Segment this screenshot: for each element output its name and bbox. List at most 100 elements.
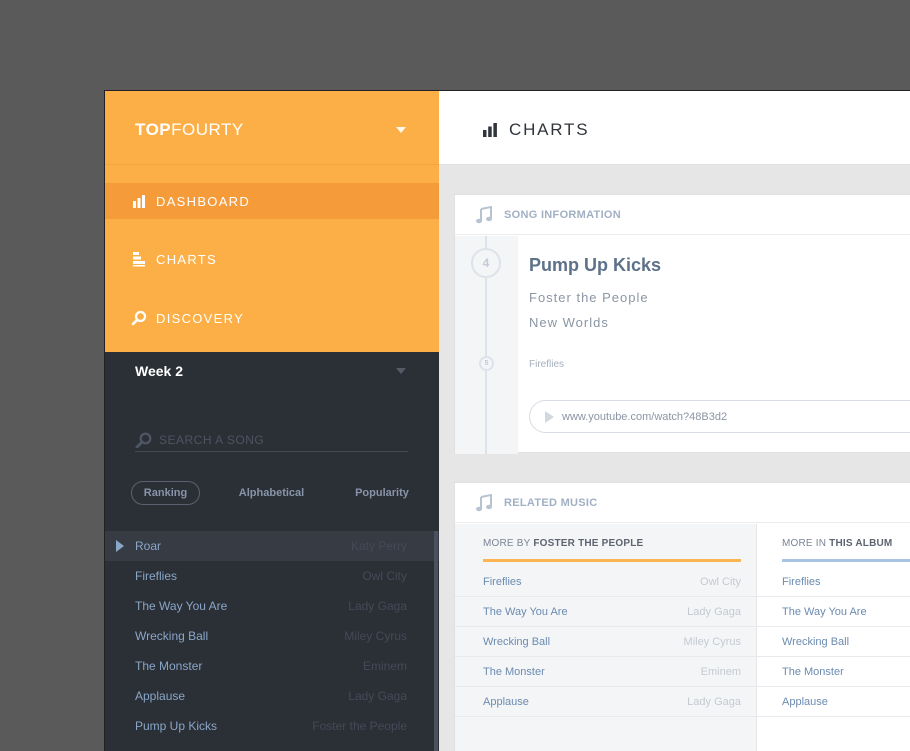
song-artist: Owl City bbox=[700, 575, 741, 588]
music-note-icon bbox=[475, 205, 493, 224]
related-music-card: RELATED MUSIC MORE BY FOSTER THE PEOPLE … bbox=[454, 482, 910, 751]
brand-light: FOURTY bbox=[171, 120, 244, 139]
play-icon[interactable] bbox=[116, 540, 124, 552]
chevron-down-icon[interactable] bbox=[396, 127, 406, 133]
brand-bold: TOP bbox=[135, 120, 172, 139]
divider bbox=[105, 164, 439, 165]
card-header: SONG INFORMATION bbox=[455, 195, 910, 235]
song-row[interactable]: The Way You Are Lady Gaga bbox=[105, 591, 439, 621]
music-note-icon bbox=[475, 493, 493, 512]
song-title: Pump Up Kicks bbox=[135, 719, 218, 733]
list-item[interactable]: Applause Lady Gaga bbox=[455, 687, 757, 717]
song-title: Applause bbox=[483, 695, 529, 708]
song-title: The Way You Are bbox=[135, 599, 228, 613]
song-title: The Way You Are bbox=[782, 605, 867, 618]
nav-item-discovery[interactable]: DISCOVERY bbox=[105, 300, 439, 336]
song-artist: Lady Gaga bbox=[348, 689, 407, 703]
song-album[interactable]: New Worlds bbox=[529, 315, 609, 330]
more-in-album-column: MORE IN THIS ALBUM Fireflies The Way You… bbox=[757, 524, 910, 751]
song-row[interactable]: The Monster Eminem bbox=[105, 651, 439, 681]
more-in-album-list: Fireflies The Way You Are Wrecking Ball … bbox=[757, 567, 910, 717]
nav-item-dashboard[interactable]: DASHBOARD bbox=[105, 183, 439, 219]
song-artist: Foster the People bbox=[312, 719, 407, 733]
list-item[interactable]: Wrecking Ball bbox=[757, 627, 910, 657]
sort-ranking-button[interactable]: Ranking bbox=[131, 481, 200, 505]
page-title-text: CHARTS bbox=[509, 120, 590, 139]
more-by-artist-list: Fireflies Owl City The Way You Are Lady Ga… bbox=[455, 567, 757, 717]
header-prefix: MORE IN bbox=[782, 538, 830, 549]
song-artist: Lady Gaga bbox=[687, 695, 741, 708]
song-title: Pump Up Kicks bbox=[529, 255, 662, 275]
sidebar-header: TOPFOURTY DASHBOARD CHARTS DISCOVERY bbox=[105, 91, 439, 352]
list-item[interactable]: Wrecking Ball Miley Cyrus bbox=[455, 627, 757, 657]
youtube-link[interactable]: www.youtube.com/watch?48B3d2 bbox=[529, 400, 910, 433]
song-title: Fireflies bbox=[483, 575, 522, 588]
nav-label: DISCOVERY bbox=[156, 310, 245, 326]
song-artist: Eminem bbox=[700, 665, 741, 678]
song-row[interactable]: Roar Katy Perry bbox=[105, 531, 439, 561]
song-title: Roar bbox=[135, 539, 162, 553]
nav-item-charts[interactable]: CHARTS bbox=[105, 241, 439, 277]
next-rank-badge[interactable]: 5 bbox=[479, 356, 494, 371]
song-artist: Eminem bbox=[362, 659, 407, 673]
song-row[interactable]: Wrecking Ball Miley Cyrus bbox=[105, 621, 439, 651]
nav-label: CHARTS bbox=[156, 251, 218, 267]
song-title: Applause bbox=[782, 695, 828, 708]
song-title: The Monster bbox=[135, 659, 203, 673]
list-item[interactable]: The Way You Are Lady Gaga bbox=[455, 597, 757, 627]
search-bar bbox=[135, 428, 408, 452]
scrollbar[interactable] bbox=[434, 531, 438, 751]
header-album[interactable]: THIS ALBUM bbox=[829, 538, 892, 549]
card-title: SONG INFORMATION bbox=[504, 208, 622, 221]
song-title: Wrecking Ball bbox=[135, 629, 209, 643]
song-artist: Katy Perry bbox=[350, 539, 407, 553]
song-artist: Miley Cyrus bbox=[683, 635, 741, 648]
song-title: The Monster bbox=[782, 665, 844, 678]
chevron-down-icon[interactable] bbox=[396, 368, 406, 374]
search-icon bbox=[131, 310, 147, 326]
bar-chart-icon bbox=[482, 123, 498, 137]
header-artist[interactable]: FOSTER THE PEOPLE bbox=[533, 538, 643, 549]
more-by-artist-header: MORE BY FOSTER THE PEOPLE bbox=[483, 538, 741, 562]
top-bar: CHARTS bbox=[439, 91, 910, 165]
song-title: Fireflies bbox=[135, 569, 178, 583]
ranking-timeline: 4 5 bbox=[455, 236, 518, 454]
card-title: RELATED MUSIC bbox=[504, 496, 598, 509]
song-information-card: SONG INFORMATION 4 5 Pump Up Kicks Foste… bbox=[454, 194, 910, 454]
sort-alphabetical-button[interactable]: Alphabetical bbox=[235, 481, 308, 505]
next-song-link[interactable]: Fireflies bbox=[529, 359, 564, 370]
song-row[interactable]: Fireflies Owl City bbox=[105, 561, 439, 591]
song-artist: Lady Gaga bbox=[348, 599, 407, 613]
bar-chart-icon bbox=[131, 193, 147, 209]
more-by-artist-column: MORE BY FOSTER THE PEOPLE Fireflies Owl C… bbox=[455, 524, 757, 751]
song-title: Wrecking Ball bbox=[483, 635, 551, 648]
list-item[interactable]: Fireflies Owl City bbox=[455, 567, 757, 597]
song-artist[interactable]: Foster the People bbox=[529, 290, 649, 305]
song-title: The Monster bbox=[483, 665, 545, 678]
brand-logo[interactable]: TOPFOURTY bbox=[135, 120, 244, 140]
list-item[interactable]: The Monster Eminem bbox=[455, 657, 757, 687]
song-row[interactable]: Applause Lady Gaga bbox=[105, 681, 439, 711]
charts-icon bbox=[131, 251, 147, 267]
youtube-url: www.youtube.com/watch?48B3d2 bbox=[562, 410, 728, 423]
song-title: Applause bbox=[135, 689, 186, 703]
week-selector[interactable]: Week 2 bbox=[135, 363, 183, 379]
play-icon bbox=[545, 410, 554, 423]
list-item[interactable]: Fireflies bbox=[757, 567, 910, 597]
app-window: TOPFOURTY DASHBOARD CHARTS DISCOVERY Wee… bbox=[104, 90, 910, 751]
sort-popularity-button[interactable]: Popularity bbox=[352, 481, 412, 505]
song-title: Wrecking Ball bbox=[782, 635, 850, 648]
list-item[interactable]: Applause bbox=[757, 687, 910, 717]
page-title: CHARTS bbox=[482, 120, 589, 140]
more-in-album-header: MORE IN THIS ALBUM bbox=[782, 538, 910, 562]
list-item[interactable]: The Monster bbox=[757, 657, 910, 687]
song-list: Roar Katy Perry Fireflies Owl City The W… bbox=[105, 531, 439, 741]
search-icon bbox=[135, 431, 153, 448]
card-header: RELATED MUSIC bbox=[455, 483, 910, 523]
sidebar: TOPFOURTY DASHBOARD CHARTS DISCOVERY Wee… bbox=[105, 91, 439, 751]
song-row[interactable]: Pump Up Kicks Foster the People bbox=[105, 711, 439, 741]
nav-label: DASHBOARD bbox=[156, 193, 251, 209]
list-item[interactable]: The Way You Are bbox=[757, 597, 910, 627]
header-prefix: MORE BY bbox=[483, 538, 534, 549]
search-input[interactable] bbox=[159, 432, 399, 447]
